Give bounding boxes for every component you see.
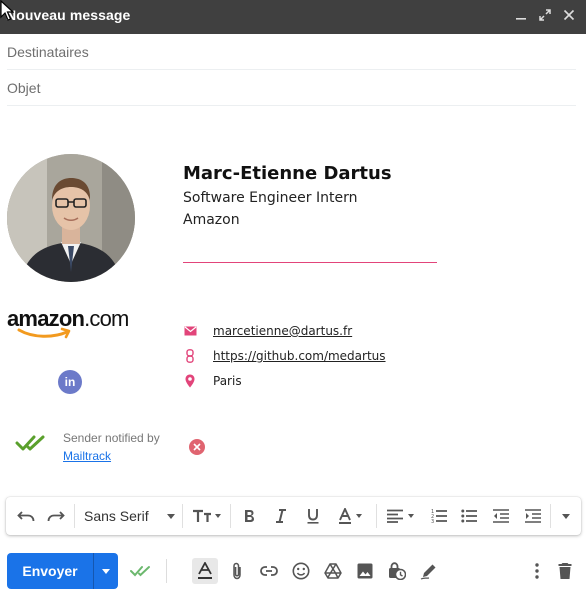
toolbar-separator bbox=[550, 504, 551, 528]
formatting-options-icon[interactable] bbox=[192, 558, 218, 584]
link-chain-icon bbox=[183, 349, 197, 363]
mailtrack-icon[interactable] bbox=[128, 558, 154, 584]
location-pin-icon bbox=[183, 374, 197, 388]
send-button-group: Envoyer bbox=[7, 553, 118, 589]
compose-titlebar[interactable]: Nouveau message bbox=[0, 0, 586, 34]
mailtrack-link[interactable]: Mailtrack bbox=[63, 449, 111, 463]
signature-location-row: Paris bbox=[183, 374, 242, 388]
chevron-down-icon bbox=[102, 568, 110, 574]
photo-icon[interactable] bbox=[352, 558, 378, 584]
signature-github-row: https://github.com/medartus bbox=[183, 349, 386, 363]
svg-text:3: 3 bbox=[431, 519, 434, 524]
amazon-smile-icon bbox=[17, 327, 71, 339]
indent-more-icon[interactable] bbox=[522, 497, 544, 535]
font-family-label: Sans Serif bbox=[84, 508, 149, 524]
toolbar-separator bbox=[166, 559, 167, 583]
redo-icon[interactable] bbox=[44, 497, 68, 535]
send-button[interactable]: Envoyer bbox=[7, 553, 93, 589]
numbered-list-icon[interactable]: 123 bbox=[428, 497, 450, 535]
signature-company: Amazon bbox=[183, 212, 240, 228]
recipients-field[interactable]: Destinataires bbox=[7, 34, 576, 70]
expand-icon[interactable] bbox=[538, 8, 552, 22]
profile-photo bbox=[7, 154, 135, 282]
signature-email-row: marcetienne@dartus.fr bbox=[183, 324, 352, 338]
more-formatting-icon[interactable] bbox=[558, 497, 574, 535]
drive-icon[interactable] bbox=[320, 558, 346, 584]
amazon-logo: amazon.com bbox=[7, 306, 139, 340]
discard-icon[interactable] bbox=[552, 558, 578, 584]
emoji-icon[interactable] bbox=[288, 558, 314, 584]
remove-mailtrack-icon[interactable] bbox=[189, 439, 205, 455]
toolbar-separator bbox=[182, 504, 183, 528]
text-size-icon[interactable] bbox=[188, 497, 226, 535]
align-icon[interactable] bbox=[382, 497, 420, 535]
double-check-icon bbox=[15, 435, 45, 451]
minimize-icon[interactable] bbox=[514, 8, 528, 22]
github-link[interactable]: https://github.com/medartus bbox=[213, 349, 386, 363]
subject-field[interactable]: Objet bbox=[7, 70, 576, 106]
email-link[interactable]: marcetienne@dartus.fr bbox=[213, 324, 352, 338]
bold-icon[interactable] bbox=[238, 497, 260, 535]
mailtrack-notice: Sender notified by bbox=[63, 431, 160, 445]
linkedin-icon[interactable]: in bbox=[58, 370, 82, 394]
signature-role: Software Engineer Intern bbox=[183, 190, 358, 206]
confidential-icon[interactable] bbox=[384, 558, 410, 584]
linkedin-label: in bbox=[64, 375, 76, 389]
signature-name: Marc-Etienne Dartus bbox=[183, 163, 392, 184]
font-family-select[interactable]: Sans Serif bbox=[80, 497, 178, 535]
underline-icon[interactable] bbox=[302, 497, 324, 535]
toolbar-separator bbox=[376, 504, 377, 528]
italic-icon[interactable] bbox=[270, 497, 292, 535]
formatting-toolbar: Sans Serif 123 bbox=[6, 497, 581, 535]
signature-divider bbox=[183, 262, 437, 263]
subject-placeholder: Objet bbox=[7, 80, 41, 96]
recipients-placeholder: Destinataires bbox=[7, 44, 89, 60]
send-label: Envoyer bbox=[22, 563, 78, 579]
undo-icon[interactable] bbox=[14, 497, 38, 535]
amazon-logo-domain: .com bbox=[84, 306, 129, 331]
text-color-icon[interactable] bbox=[334, 497, 368, 535]
mouse-cursor-icon bbox=[0, 0, 14, 21]
window-title: Nouveau message bbox=[6, 7, 131, 23]
more-options-icon[interactable] bbox=[524, 558, 550, 584]
schedule-send-dropdown[interactable] bbox=[94, 553, 118, 589]
chevron-down-icon bbox=[166, 513, 175, 519]
indent-less-icon[interactable] bbox=[490, 497, 512, 535]
link-icon[interactable] bbox=[256, 558, 282, 584]
envelope-icon bbox=[183, 324, 197, 338]
toolbar-separator bbox=[230, 504, 231, 528]
close-icon[interactable] bbox=[562, 8, 576, 22]
location-text: Paris bbox=[213, 374, 242, 388]
signature-icon[interactable] bbox=[416, 558, 442, 584]
toolbar-separator bbox=[74, 504, 75, 528]
bulleted-list-icon[interactable] bbox=[458, 497, 480, 535]
attach-icon[interactable] bbox=[224, 558, 250, 584]
